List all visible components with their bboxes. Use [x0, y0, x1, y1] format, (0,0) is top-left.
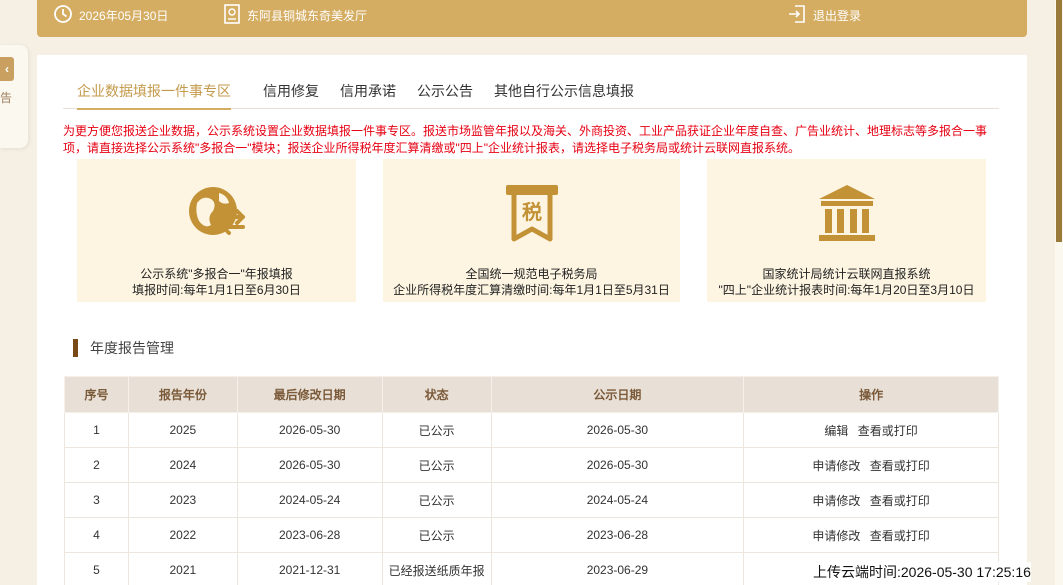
clock-icon: [53, 4, 79, 27]
tab-announcements[interactable]: 公示公告: [417, 81, 473, 101]
request-modify-link[interactable]: 申请修改: [812, 527, 860, 544]
sidebar-toggle-text: 告: [0, 91, 13, 105]
tab-other-disclosure[interactable]: 其他自行公示信息填报: [494, 81, 634, 101]
cell-year: 2024: [127, 447, 238, 483]
tax-glyph: 税: [522, 200, 542, 224]
cell-status: 已经报送纸质年报: [381, 552, 492, 585]
view-print-link[interactable]: 查看或打印: [870, 492, 930, 509]
tab-credit-repair[interactable]: 信用修复: [263, 81, 319, 101]
cell-status: 已公示: [381, 447, 492, 483]
table-row: 1 2025 2026-05-30 已公示 2026-05-30 编辑 查看或打…: [64, 412, 999, 448]
cell-actions: 申请修改 查看或打印: [743, 517, 999, 553]
cell-year: 2025: [127, 412, 238, 448]
edit-link[interactable]: 编辑: [824, 422, 848, 439]
main-panel: 企业数据填报一件事专区 信用修复 信用承诺 公示公告 其他自行公示信息填报 为更…: [37, 55, 1027, 585]
card-e-tax-bureau[interactable]: 税 全国统一规范电子税务局 企业所得税年度汇算清缴时间:每年1月1日至5月31日: [383, 159, 680, 302]
cell-year: 2022: [127, 517, 238, 553]
cell-no: 4: [64, 517, 129, 553]
scrollbar-thumb[interactable]: [1056, 0, 1062, 242]
card-statistics-system-period: "四上"企业统计报表时间:每年1月20日至3月10日: [718, 283, 975, 297]
card-annual-report-period: 填报时间:每年1月1日至6月30日: [132, 283, 301, 297]
header-date-text: 2026年05月30日: [79, 8, 169, 23]
cell-modified: 2024-05-24: [236, 482, 383, 518]
tab-data-filing[interactable]: 企业数据填报一件事专区: [77, 81, 231, 110]
cell-actions: 申请修改 查看或打印: [743, 447, 999, 483]
card-annual-report[interactable]: 公示系统"多报合一"年报填报 填报时间:每年1月1日至6月30日: [77, 159, 356, 302]
header-place: 东阿县铜城东奇美发厅: [223, 0, 367, 30]
request-modify-link[interactable]: 申请修改: [812, 492, 860, 509]
cell-year: 2021: [127, 552, 238, 585]
cell-no: 5: [64, 552, 129, 585]
upload-time-stamp: 上传云端时间:2026-05-30 17:25:16: [813, 562, 1031, 582]
col-header-status: 状态: [381, 376, 492, 413]
table-row: 3 2023 2024-05-24 已公示 2024-05-24 申请修改 查看…: [64, 482, 999, 518]
cell-pub-date: 2026-05-30: [490, 447, 745, 483]
sidebar-toggle[interactable]: ‹ 告: [0, 45, 28, 148]
logout-button[interactable]: 退出登录: [787, 0, 861, 30]
cell-year: 2023: [127, 482, 238, 518]
table-row: 2 2024 2026-05-30 已公示 2026-05-30 申请修改 查看…: [64, 447, 999, 483]
right-scrollbar[interactable]: [1055, 0, 1063, 585]
cell-actions: 编辑 查看或打印: [743, 412, 999, 448]
view-print-link[interactable]: 查看或打印: [870, 527, 930, 544]
globe-exchange-icon: [185, 181, 249, 245]
view-print-link[interactable]: 查看或打印: [870, 457, 930, 474]
cell-pub-date: 2026-05-30: [490, 412, 745, 448]
cell-pub-date: 2024-05-24: [490, 482, 745, 518]
header-date: 2026年05月30日: [53, 0, 168, 30]
annual-report-table: 序号 报告年份 最后修改日期 状态 公示日期 操作 1 2025 2026-05…: [64, 376, 999, 585]
cell-actions: 申请修改 查看或打印: [743, 482, 999, 518]
cell-no: 2: [64, 447, 129, 483]
col-header-no: 序号: [64, 376, 129, 413]
col-header-pub-date: 公示日期: [490, 376, 745, 413]
card-e-tax-bureau-title: 全国统一规范电子税务局: [465, 267, 598, 281]
section-title-marker: [73, 339, 78, 357]
top-bar: 2026年05月30日 东阿县铜城东奇美发厅 退出登录: [37, 0, 1027, 37]
cell-status: 已公示: [381, 482, 492, 518]
tab-credit-commitment[interactable]: 信用承诺: [340, 81, 396, 101]
card-statistics-system-title: 国家统计局统计云联网直报系统: [762, 267, 931, 281]
col-header-year: 报告年份: [127, 376, 238, 413]
cell-modified: 2026-05-30: [236, 412, 383, 448]
section-title: 年度报告管理: [73, 339, 174, 357]
government-building-icon: [815, 181, 879, 245]
col-header-modified: 最后修改日期: [236, 376, 383, 413]
cell-no: 3: [64, 482, 129, 518]
card-annual-report-title: 公示系统"多报合一"年报填报: [140, 267, 293, 281]
cell-status: 已公示: [381, 517, 492, 553]
cell-modified: 2021-12-31: [236, 552, 383, 585]
chevron-left-icon[interactable]: ‹: [0, 57, 14, 81]
cell-pub-date: 2023-06-29: [490, 552, 745, 585]
notice-text: 为更方便您报送企业数据，公示系统设置企业数据填报一件事专区。报送市场监管年报以及…: [63, 124, 988, 155]
section-title-text: 年度报告管理: [90, 340, 174, 356]
cell-no: 1: [64, 412, 129, 448]
card-statistics-system[interactable]: 国家统计局统计云联网直报系统 "四上"企业统计报表时间:每年1月20日至3月10…: [707, 159, 986, 302]
certificate-icon: [223, 3, 247, 27]
cell-modified: 2023-06-28: [236, 517, 383, 553]
card-e-tax-bureau-period: 企业所得税年度汇算清缴时间:每年1月1日至5月31日: [393, 283, 670, 297]
tax-icon: 税: [500, 181, 564, 245]
logout-label: 退出登录: [813, 8, 862, 23]
cell-modified: 2026-05-30: [236, 447, 383, 483]
cell-pub-date: 2023-06-28: [490, 517, 745, 553]
cell-status: 已公示: [381, 412, 492, 448]
header-place-text: 东阿县铜城东奇美发厅: [247, 8, 368, 23]
logout-icon: [787, 4, 813, 27]
view-print-link[interactable]: 查看或打印: [858, 422, 918, 439]
table-row: 4 2022 2023-06-28 已公示 2023-06-28 申请修改 查看…: [64, 517, 999, 553]
col-header-actions: 操作: [743, 376, 999, 413]
tab-bar: 企业数据填报一件事专区 信用修复 信用承诺 公示公告 其他自行公示信息填报: [63, 73, 999, 110]
request-modify-link[interactable]: 申请修改: [812, 457, 860, 474]
table-header-row: 序号 报告年份 最后修改日期 状态 公示日期 操作: [64, 376, 999, 413]
